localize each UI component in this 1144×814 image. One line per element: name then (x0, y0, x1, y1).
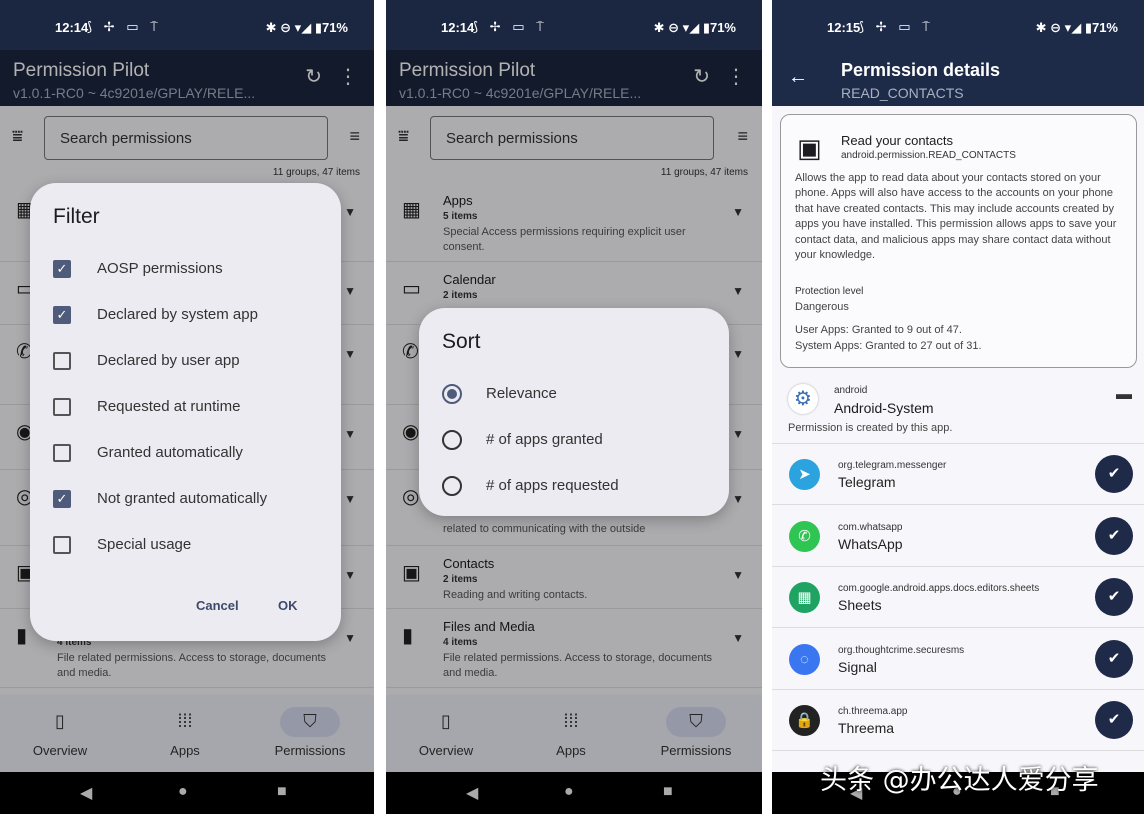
app-logo-icon: ◌ (789, 643, 820, 675)
granted-check-icon[interactable]: ✔ (1095, 578, 1133, 616)
android-system-gear-icon: ⚙ (788, 384, 818, 414)
filter-option[interactable]: Special usage (53, 536, 191, 555)
contacts-icon: ▣ (797, 133, 822, 163)
app-package: org.telegram.messenger (838, 460, 947, 471)
permission-label: Read your contacts (841, 133, 954, 148)
radio-button[interactable] (442, 384, 462, 404)
app-name: Telegram (838, 474, 896, 490)
app-logo-icon: ✆ (789, 520, 820, 552)
page-title: Permission details (841, 60, 1001, 80)
filter-option[interactable]: ✓ Declared by system app (53, 306, 258, 325)
app-name: WhatsApp (838, 535, 903, 552)
granted-check-icon[interactable]: ✔ (1095, 516, 1133, 555)
app-row[interactable]: ▦ com.google.android.apps.docs.editors.s… (772, 567, 1144, 628)
system-apps-stat: System Apps: Granted to 27 out of 31. (795, 340, 982, 352)
permission-details-screen: 12:15 ⟆ ✢ ▭ ⍑ ✱ ⊖ ▾◢ ▮71% ← Permission d… (772, 0, 1144, 814)
app-row[interactable]: 🔒 ch.threema.app Threema ✔ (772, 690, 1144, 751)
checkbox[interactable]: ✓ (53, 260, 71, 279)
status-icons: ⟆ ✢ ▭ ⍑ (473, 19, 548, 34)
recent-nav-icon[interactable]: ■ (277, 783, 287, 801)
home-nav-icon[interactable]: ● (564, 783, 574, 801)
permission-description: Allows the app to read data about your c… (795, 172, 1117, 262)
watermark: 头条 @办公达人爱分享 (820, 765, 1099, 796)
app-package: com.whatsapp (838, 521, 903, 533)
home-nav-icon[interactable]: ● (178, 783, 188, 801)
creator-pkg: android (834, 385, 868, 396)
checkbox[interactable]: ✓ (53, 490, 71, 509)
app-logo-icon: 🔒 (789, 705, 820, 736)
permission-name: android.permission.READ_CONTACTS (841, 150, 1016, 161)
radio-button[interactable] (442, 476, 462, 496)
granted-check-icon[interactable]: ✔ (1095, 639, 1133, 678)
status-bar: 12:14 ⟆ ✢ ▭ ⍑ ✱ ⊖ ▾◢ ▮71% (0, 0, 374, 50)
granted-check-icon[interactable]: ✔ (1095, 455, 1133, 493)
system-nav-bar: ◀ ● ■ (386, 772, 762, 814)
app-package: com.google.android.apps.docs.editors.she… (838, 583, 1040, 594)
filter-dialog: Filter ✓ AOSP permissions ✓ Declared by syst… (30, 183, 341, 641)
system-status: ✱ ⊖ ▾◢ ▮71% (653, 20, 736, 35)
filter-option[interactable]: Granted automatically (53, 444, 243, 463)
permission-info-card: ▣ Read your contacts android.permission.… (780, 114, 1137, 368)
dialog-title: Sort (442, 330, 481, 353)
filter-option[interactable]: Declared by user app (53, 352, 240, 371)
folder-icon[interactable]: ▬ (1116, 386, 1132, 404)
app-name: Threema (838, 720, 895, 736)
creator-note: Permission is created by this app. (788, 422, 953, 434)
app-row[interactable]: ➤ org.telegram.messenger Telegram ✔ (772, 444, 1144, 505)
page-subtitle: READ_CONTACTS (841, 85, 964, 101)
dialog-title: Filter (53, 205, 100, 228)
filter-option[interactable]: ✓ AOSP permissions (53, 260, 223, 279)
sort-option[interactable]: Relevance (442, 384, 557, 404)
granted-check-icon[interactable]: ✔ (1095, 701, 1133, 739)
app-row[interactable]: ✆ com.whatsapp WhatsApp ✔ (772, 506, 1144, 567)
checkbox[interactable] (53, 536, 71, 555)
status-icons: ⟆ ✢ ▭ ⍑ (859, 19, 934, 34)
protection-label: Protection level (795, 286, 864, 297)
status-bar: 12:15 ⟆ ✢ ▭ ⍑ ✱ ⊖ ▾◢ ▮71% (772, 0, 1144, 50)
system-nav-bar: ◀ ● ■ (0, 772, 374, 814)
app-row[interactable]: ◌ org.thoughtcrime.securesms Signal ✔ (772, 629, 1144, 690)
filter-option[interactable]: Requested at runtime (53, 398, 240, 417)
app-logo-icon: ▦ (789, 582, 820, 613)
app-package: org.thoughtcrime.securesms (838, 644, 965, 656)
filter-screen: 12:14 ⟆ ✢ ▭ ⍑ ✱ ⊖ ▾◢ ▮71% Permission Pil… (0, 0, 374, 814)
system-status: ✱ ⊖ ▾◢ ▮71% (1035, 20, 1118, 35)
details-app-bar: ← Permission details READ_CONTACTS (772, 50, 1144, 106)
checkbox[interactable] (53, 444, 71, 463)
filter-option[interactable]: ✓ Not granted automatically (53, 490, 267, 509)
app-name: Signal (838, 658, 877, 675)
sort-screen: 12:14 ⟆ ✢ ▭ ⍑ ✱ ⊖ ▾◢ ▮71% Permission Pil… (386, 0, 762, 814)
app-package: ch.threema.app (838, 706, 908, 717)
back-nav-icon[interactable]: ◀ (466, 783, 478, 803)
app-name: Sheets (838, 597, 882, 613)
user-apps-stat: User Apps: Granted to 9 out of 47. (795, 324, 962, 336)
recent-nav-icon[interactable]: ■ (663, 783, 673, 801)
system-status: ✱ ⊖ ▾◢ ▮71% (265, 20, 348, 35)
status-icons: ⟆ ✢ ▭ ⍑ (87, 19, 162, 34)
sort-dialog: Sort Relevance # of apps granted # of apps … (419, 308, 729, 516)
cancel-button[interactable]: Cancel (196, 598, 239, 613)
status-bar: 12:14 ⟆ ✢ ▭ ⍑ ✱ ⊖ ▾◢ ▮71% (386, 0, 762, 50)
sort-option[interactable]: # of apps requested (442, 476, 619, 496)
checkbox[interactable]: ✓ (53, 306, 71, 325)
checkbox[interactable] (53, 398, 71, 417)
creator-name: Android-System (834, 400, 934, 416)
radio-button[interactable] (442, 430, 462, 450)
creator-app[interactable]: ⚙ android Android-System ▬ Permission is… (772, 376, 1144, 444)
checkbox[interactable] (53, 352, 71, 371)
back-nav-icon[interactable]: ◀ (80, 783, 92, 803)
protection-value: Dangerous (795, 301, 849, 313)
sort-option[interactable]: # of apps granted (442, 430, 603, 450)
app-logo-icon: ➤ (789, 459, 820, 490)
back-arrow-icon[interactable]: ← (788, 66, 808, 89)
ok-button[interactable]: OK (278, 598, 298, 613)
